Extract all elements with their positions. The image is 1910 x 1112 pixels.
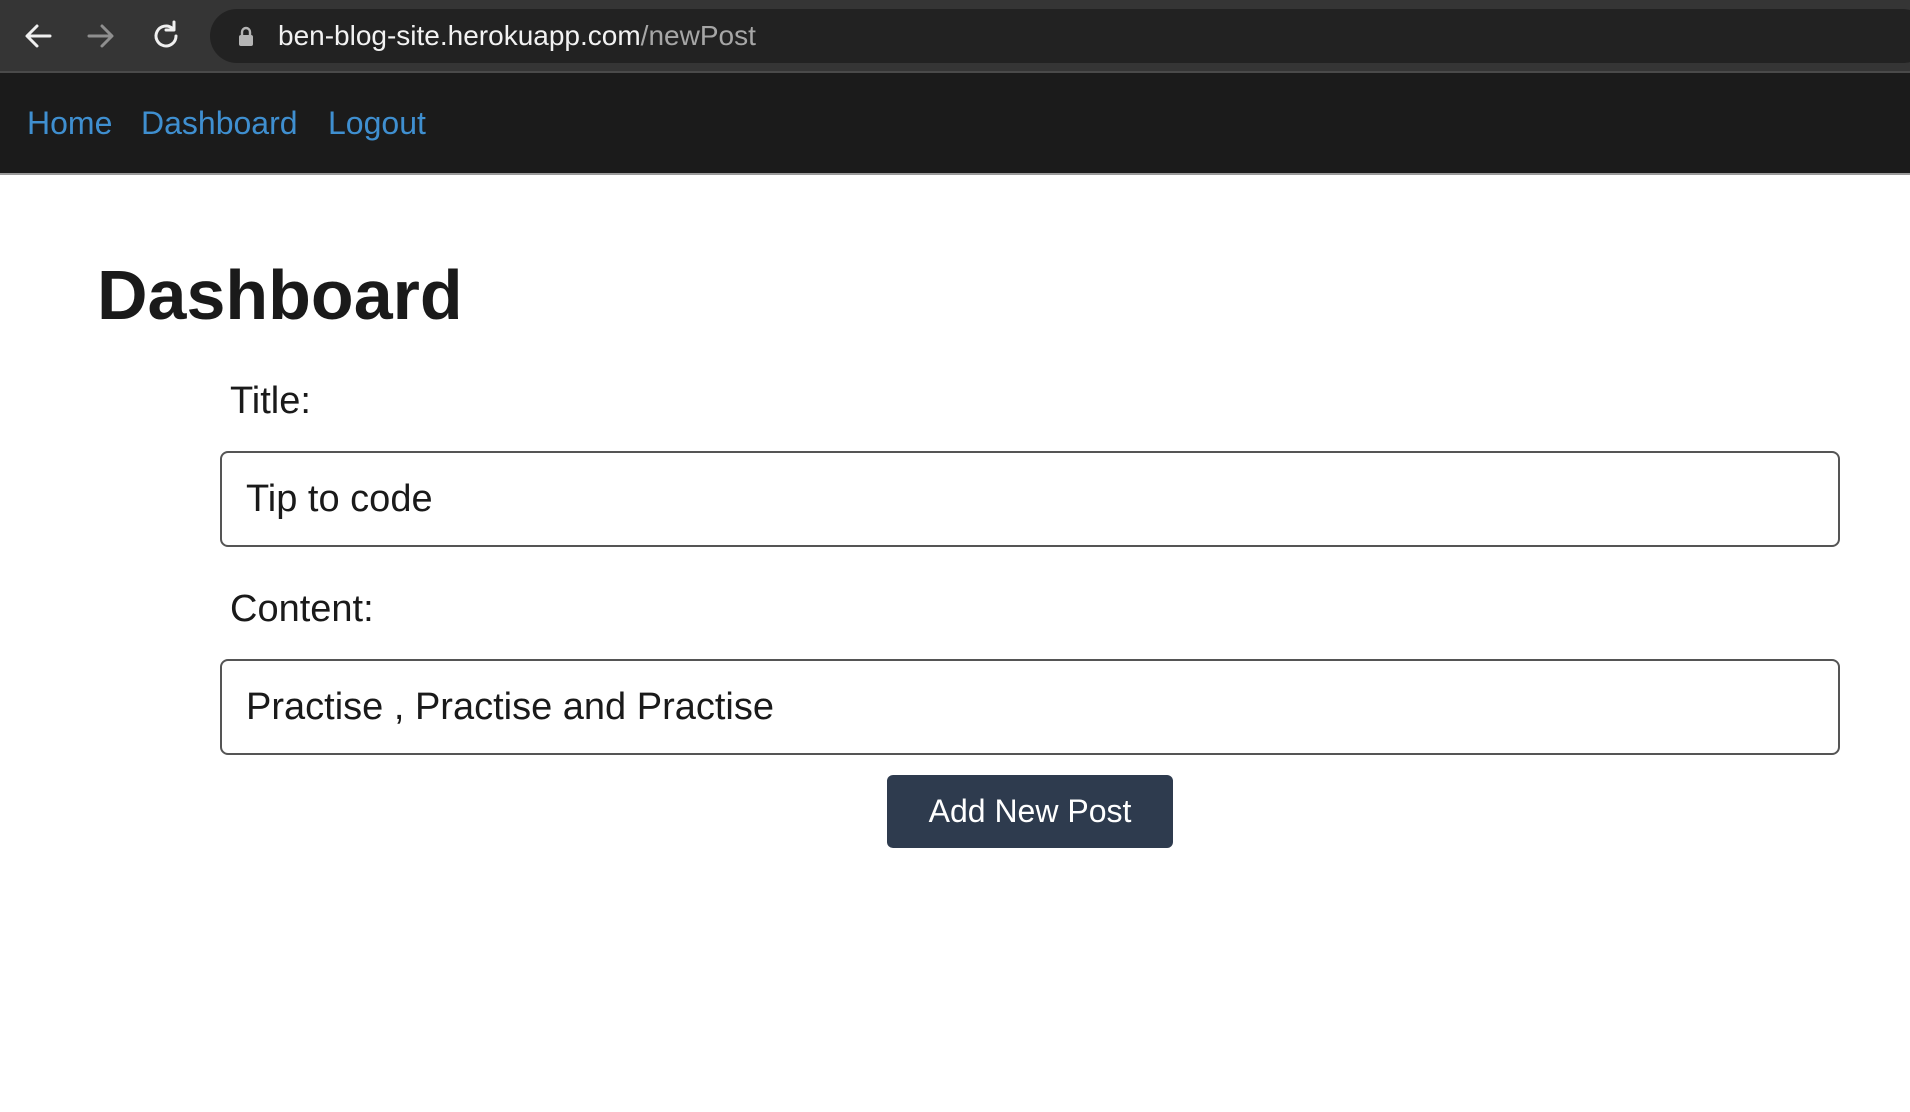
- url-text: ben-blog-site.herokuapp.com/newPost: [278, 9, 756, 63]
- page-title: Dashboard: [97, 256, 463, 334]
- url-host: ben-blog-site.herokuapp.com: [278, 20, 641, 51]
- reload-button[interactable]: [144, 14, 188, 58]
- back-button[interactable]: [16, 14, 60, 58]
- nav-link-logout[interactable]: Logout: [328, 73, 426, 173]
- forward-button[interactable]: [79, 14, 123, 58]
- content-input[interactable]: [220, 659, 1840, 755]
- url-path: /newPost: [640, 20, 756, 51]
- add-new-post-button[interactable]: Add New Post: [887, 775, 1173, 848]
- lock-icon: [239, 26, 253, 46]
- forward-arrow-icon: [87, 24, 114, 48]
- nav-link-dashboard[interactable]: Dashboard: [141, 73, 298, 173]
- reload-icon: [154, 20, 178, 48]
- title-input[interactable]: [220, 451, 1840, 547]
- content-label: Content:: [230, 588, 374, 630]
- address-bar[interactable]: ben-blog-site.herokuapp.com/newPost: [210, 9, 1910, 63]
- site-navbar: Home Dashboard Logout: [0, 73, 1910, 175]
- title-label: Title:: [230, 380, 311, 422]
- back-arrow-icon: [25, 24, 52, 48]
- nav-link-home[interactable]: Home: [27, 73, 112, 173]
- browser-toolbar: ben-blog-site.herokuapp.com/newPost: [0, 0, 1910, 73]
